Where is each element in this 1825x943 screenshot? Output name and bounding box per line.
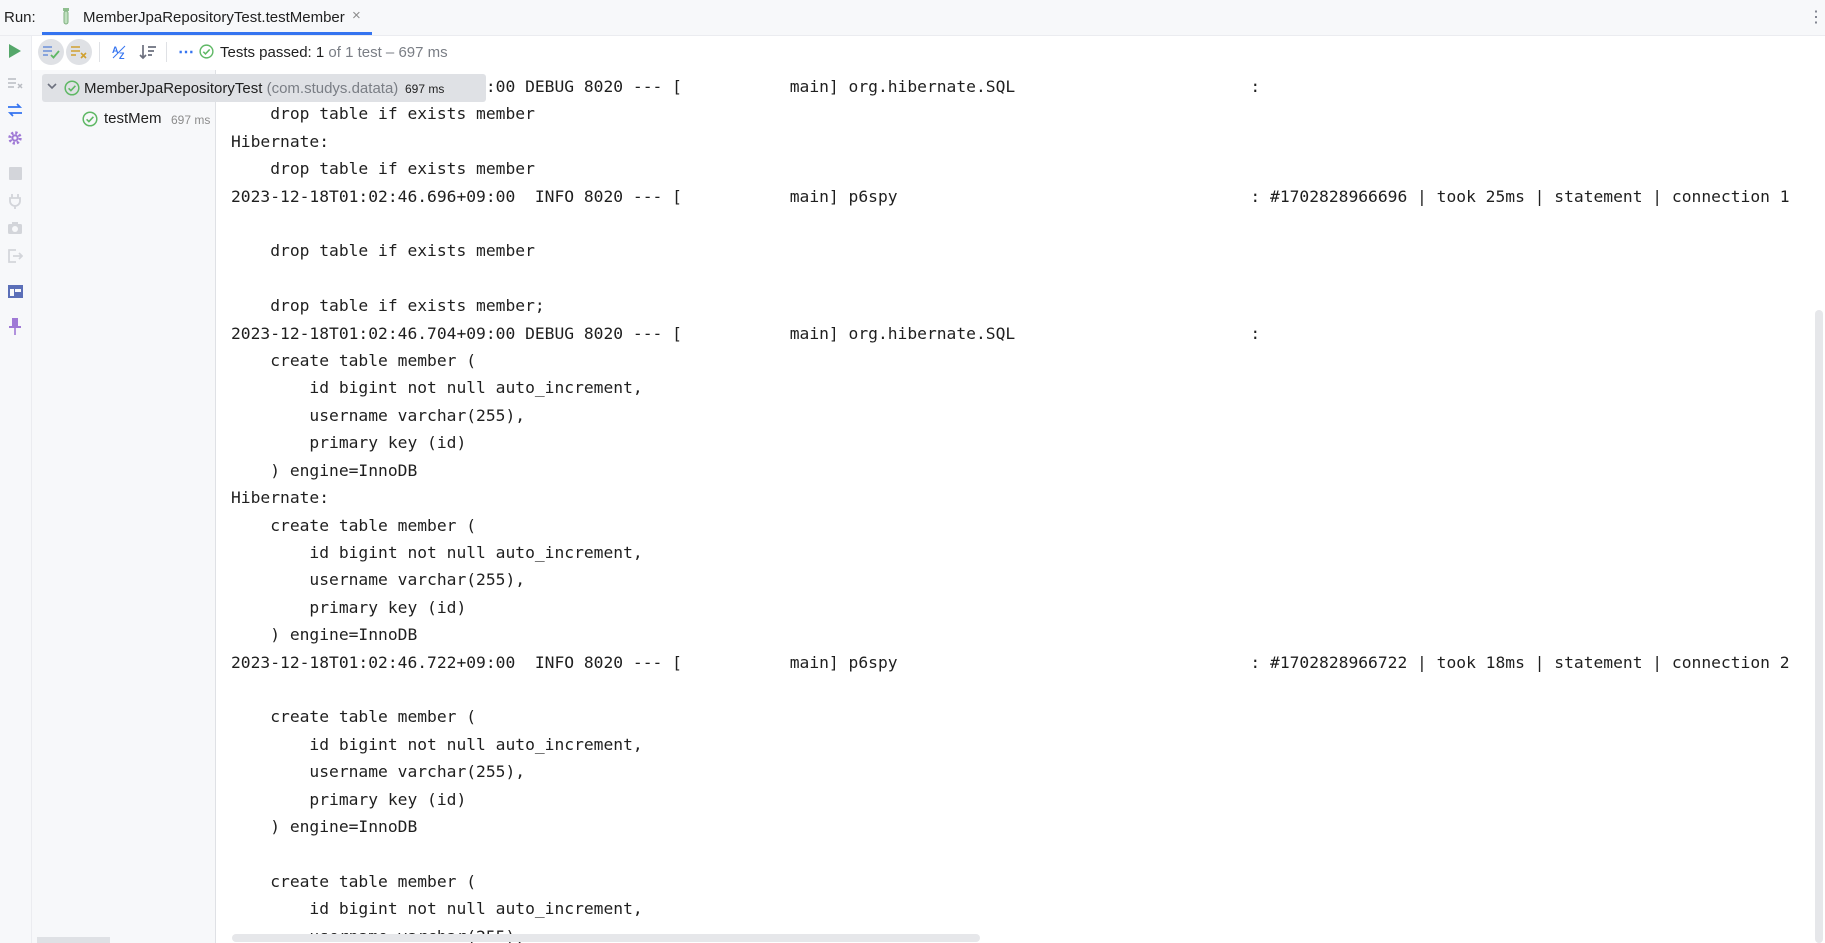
- console-line: id bigint not null auto_increment,: [231, 734, 643, 754]
- suite-name: MemberJpaRepositoryTest (com.studys.data…: [84, 80, 398, 97]
- console-line: create table member (: [231, 707, 477, 727]
- console-line: create table member (: [231, 871, 477, 891]
- tests-passed-count: Tests passed: 1: [220, 44, 325, 61]
- run-label: Run:: [4, 9, 36, 26]
- console-line: create table member (: [231, 515, 477, 535]
- console-line: Hibernate:: [231, 488, 339, 508]
- console-line: ) engine=InnoDB: [231, 816, 418, 836]
- stop-icon[interactable]: [5, 163, 25, 183]
- show-ignored-icon: [71, 46, 87, 59]
- rerun-failed-icon[interactable]: [5, 73, 25, 93]
- console-line: id bigint not null auto_increment,: [231, 542, 643, 562]
- console-line: id bigint not null auto_increment,: [231, 899, 643, 919]
- console-line: primary key (id): [231, 597, 467, 617]
- console-line: primary key (id): [231, 789, 467, 809]
- camera-icon[interactable]: [5, 218, 25, 238]
- sort-alphabetically-button[interactable]: A Z: [107, 39, 133, 65]
- run-tab-title: MemberJpaRepositoryTest.testMember: [83, 9, 345, 26]
- plug-icon[interactable]: [5, 191, 25, 211]
- console-line: ) engine=InnoDB: [231, 625, 418, 645]
- pin-icon[interactable]: [5, 316, 25, 336]
- gear-icon[interactable]: [5, 128, 25, 148]
- test-status: Tests passed: 1 of 1 test – 697 ms: [199, 44, 448, 61]
- console-text: 2023-12-18T01:02:46.679+09:00 DEBUG 8020…: [231, 73, 1790, 943]
- console-line: username varchar(255),: [231, 405, 526, 425]
- test-duration: 697 ms: [171, 113, 211, 127]
- svg-text:Z: Z: [119, 51, 125, 60]
- console-line: drop table if exists member: [231, 159, 535, 179]
- show-passed-icon: [43, 46, 60, 59]
- check-circle-icon: [82, 111, 98, 127]
- close-icon[interactable]: ×: [352, 7, 361, 24]
- console-line: 2023-12-18T01:02:46.696+09:00 INFO 8020 …: [231, 186, 1790, 206]
- test-tree: MemberJpaRepositoryTest (com.studys.data…: [32, 70, 486, 943]
- sort-duration-icon: [139, 45, 156, 60]
- tests-summary: of 1 test – 697 ms: [324, 44, 448, 61]
- console-output[interactable]: 2023-12-18T01:02:46.679+09:00 DEBUG 8020…: [216, 70, 1825, 943]
- console-vertical-scrollbar[interactable]: [1815, 310, 1823, 943]
- console-line: username varchar(255),: [231, 762, 526, 782]
- console-line: 2023-12-18T01:02:46.722+09:00 INFO 8020 …: [231, 652, 1790, 672]
- console-line: username varchar(255),: [231, 570, 526, 590]
- test-name: testMem: [104, 110, 162, 127]
- test-runner-toolbar: A Z ⋯ Tests passed: 1 of 1 test – 697 ms: [32, 36, 1825, 69]
- tree-item-suite[interactable]: MemberJpaRepositoryTest (com.studys.data…: [42, 74, 486, 102]
- more-options-icon[interactable]: ⋮: [1808, 7, 1824, 27]
- sort-by-duration-button[interactable]: [135, 39, 161, 65]
- toggle-auto-test-icon[interactable]: [5, 100, 25, 120]
- sort-az-icon: A Z: [112, 45, 126, 60]
- console-line: create table member (: [231, 351, 477, 371]
- run-tool-window-header: Run: MemberJpaRepositoryTest.testMember …: [0, 0, 1825, 36]
- console-line: primary key (id): [231, 433, 467, 453]
- check-circle-icon: [64, 80, 80, 96]
- show-passed-toggle[interactable]: [38, 39, 64, 65]
- console-line: 2023-12-18T01:02:46.704+09:00 DEBUG 8020…: [231, 323, 1271, 343]
- chevron-down-icon: [47, 83, 57, 90]
- suite-package: (com.studys.datata): [262, 80, 399, 97]
- exit-icon[interactable]: [5, 246, 25, 266]
- suite-class-name: MemberJpaRepositoryTest: [84, 80, 263, 97]
- layout-icon[interactable]: [5, 281, 25, 301]
- run-tab[interactable]: MemberJpaRepositoryTest.testMember ×: [42, 0, 372, 35]
- show-ignored-toggle[interactable]: [66, 39, 92, 65]
- run-side-toolbar: [0, 36, 32, 943]
- console-line: Hibernate:: [231, 131, 339, 151]
- more-actions-button[interactable]: ⋯: [173, 39, 199, 65]
- console-line: drop table if exists member: [231, 241, 535, 261]
- console-horizontal-scrollbar[interactable]: [232, 934, 980, 942]
- console-line: id bigint not null auto_increment,: [231, 378, 643, 398]
- console-line: drop table if exists member: [231, 104, 535, 124]
- test-tube-icon: [63, 8, 69, 25]
- console-line: ) engine=InnoDB: [231, 460, 418, 480]
- check-circle-icon: [199, 44, 214, 59]
- suite-duration: 697 ms: [405, 82, 445, 96]
- run-icon[interactable]: [5, 41, 25, 61]
- more-horizontal-icon: ⋯: [178, 44, 194, 61]
- console-line: drop table if exists member;: [231, 296, 545, 316]
- tree-horizontal-scrollbar[interactable]: [37, 937, 110, 943]
